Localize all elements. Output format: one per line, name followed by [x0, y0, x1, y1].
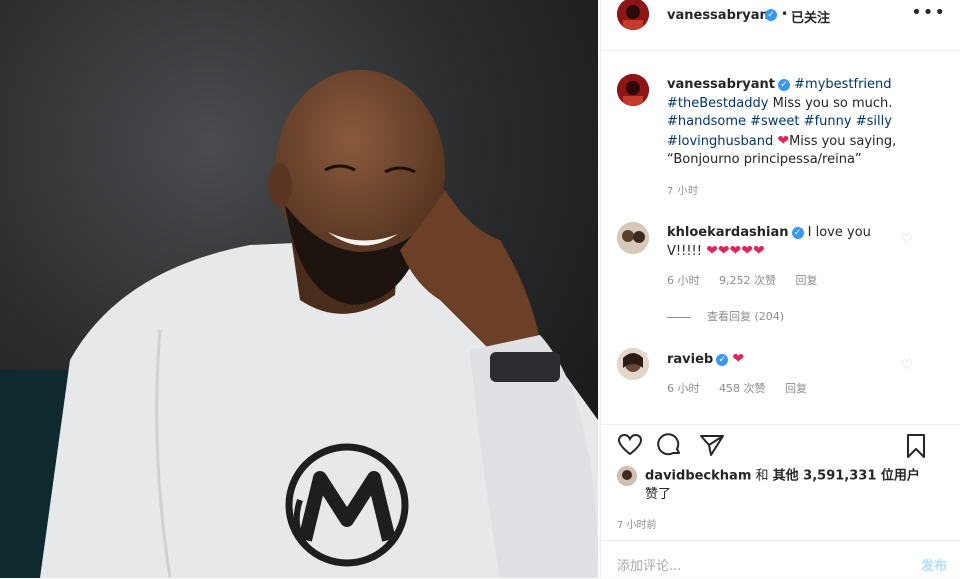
- hashtag[interactable]: #theBestdaddy: [667, 96, 768, 111]
- caption-time: 7 小时: [667, 186, 699, 197]
- like-comment-icon[interactable]: ♡: [901, 358, 913, 373]
- likes-others[interactable]: 其他 3,591,331 位用户: [773, 469, 920, 484]
- hashtag[interactable]: #handsome: [667, 114, 746, 129]
- post-photo[interactable]: [0, 0, 598, 578]
- comment-username[interactable]: khloekardashian: [667, 225, 789, 240]
- hashtag[interactable]: #silly: [856, 114, 892, 129]
- avatar[interactable]: [617, 348, 649, 380]
- comment-input[interactable]: 添加评论...: [617, 555, 681, 574]
- following-button[interactable]: 已关注: [791, 7, 830, 26]
- reply-button[interactable]: 回复: [796, 274, 818, 287]
- comment-username[interactable]: ravieb: [667, 352, 713, 367]
- likes-suffix: 赞了: [645, 487, 672, 502]
- post-image: [0, 0, 598, 578]
- liker-username[interactable]: davidbeckham: [645, 469, 751, 484]
- likes-summary: davidbeckham 和 其他 3,591,331 位用户 赞了: [617, 466, 947, 504]
- comment-time: 6 小时: [667, 382, 700, 395]
- verified-icon: ✓: [791, 226, 804, 239]
- hashtag[interactable]: #mybestfriend: [794, 77, 891, 92]
- hashtag[interactable]: #sweet: [750, 114, 799, 129]
- avatar[interactable]: [617, 0, 649, 30]
- caption-text: vanessabryant ✓ #mybestfriend #theBestdad…: [667, 76, 929, 170]
- replies-line: [667, 316, 691, 318]
- post-comment-button[interactable]: 发布: [921, 555, 947, 574]
- separator-dot: •: [781, 7, 789, 21]
- heart-icon[interactable]: [617, 433, 643, 461]
- bookmark-icon[interactable]: [905, 433, 927, 463]
- likes-and: 和: [751, 468, 773, 484]
- hashtag[interactable]: #funny: [804, 114, 852, 129]
- comment: ravieb ✓ ❤ ♡ 6 小时 458 次赞 回复: [601, 348, 960, 408]
- verified-icon: ✓: [778, 78, 790, 91]
- like-comment-icon[interactable]: ♡: [901, 232, 913, 247]
- verified-icon: ✓: [716, 353, 729, 366]
- comment-likes[interactable]: 9,252 次赞: [719, 274, 776, 287]
- comment-meta: 6 小时 458 次赞 回复: [667, 380, 823, 396]
- heart-emoji: ❤: [732, 351, 745, 367]
- view-replies-label[interactable]: 查看回复 (204): [707, 310, 784, 323]
- comment-meta: 6 小时 9,252 次赞 回复: [667, 272, 834, 288]
- comment-icon[interactable]: [657, 433, 683, 461]
- caption-username[interactable]: vanessabryant: [667, 77, 775, 92]
- heart-emojis: ❤❤❤❤❤: [706, 243, 765, 259]
- add-comment-bar: 添加评论... 发布: [601, 540, 960, 579]
- post-header: vanessabryant ✓ • 已关注 •••: [601, 0, 960, 51]
- comment-text: khloekardashian ✓ I love you V!!!!! ❤❤❤❤❤: [667, 224, 907, 261]
- avatar[interactable]: [617, 466, 637, 486]
- avatar[interactable]: [617, 222, 649, 254]
- share-icon[interactable]: [699, 433, 725, 461]
- more-icon[interactable]: •••: [911, 2, 946, 23]
- comment: khloekardashian ✓ I love you V!!!!! ❤❤❤❤❤…: [601, 222, 960, 332]
- post-side-panel: vanessabryant ✓ • 已关注 ••• vanessabryant ✓…: [600, 0, 960, 578]
- comment-likes[interactable]: 458 次赞: [719, 382, 766, 395]
- comment-time: 6 小时: [667, 274, 700, 287]
- comment-text: ravieb ✓ ❤: [667, 350, 907, 369]
- post-time: 7 小时前: [617, 520, 657, 531]
- view-replies[interactable]: 查看回复 (204): [667, 308, 784, 324]
- action-bar: [601, 424, 960, 465]
- caption-sentence: Miss you so much.: [768, 95, 893, 111]
- avatar[interactable]: [617, 74, 649, 106]
- verified-icon: ✓: [765, 9, 777, 21]
- reply-button[interactable]: 回复: [785, 382, 807, 395]
- hashtag[interactable]: #lovinghusband: [667, 134, 773, 149]
- heart-emoji: ❤: [777, 132, 790, 149]
- header-username[interactable]: vanessabryant: [667, 8, 775, 23]
